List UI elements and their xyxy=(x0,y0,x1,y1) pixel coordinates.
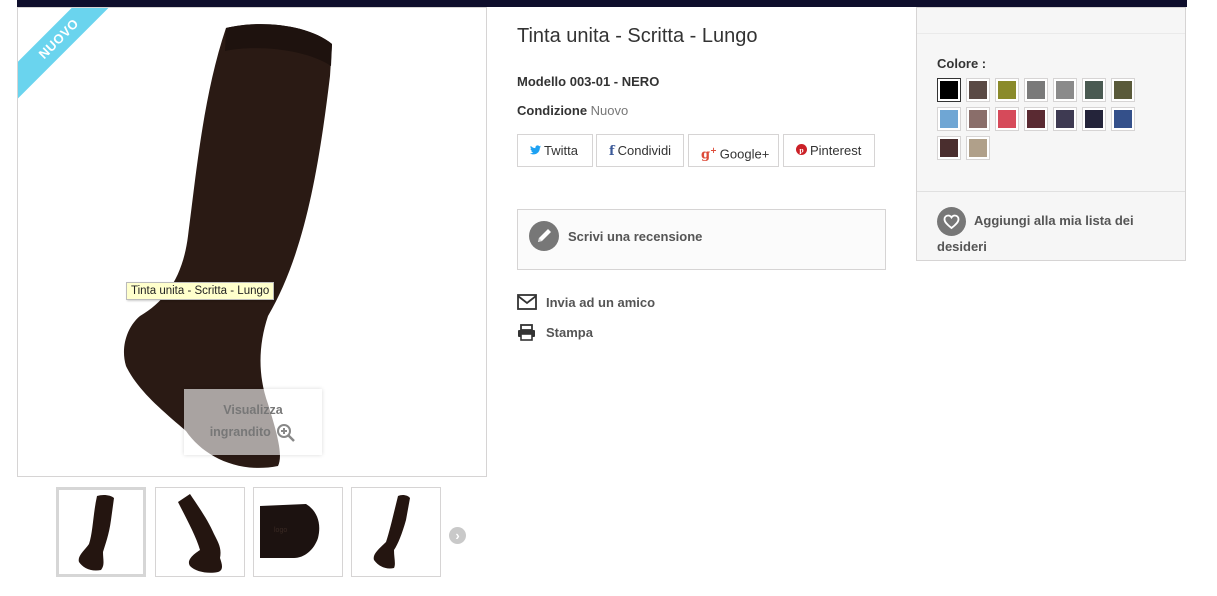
thumbnail-next-button[interactable]: › xyxy=(449,527,466,544)
zoom-label-line1: Visualizza xyxy=(223,403,283,417)
color-swatch[interactable] xyxy=(937,107,961,131)
product-title: Tinta unita - Scritta - Lungo xyxy=(517,25,758,47)
svg-text:p: p xyxy=(799,145,803,154)
chevron-right-icon: › xyxy=(455,528,460,543)
facebook-icon: f xyxy=(609,144,615,159)
pinterest-share-button[interactable]: p Pinterest xyxy=(783,134,875,167)
thumbnail-1[interactable] xyxy=(56,487,146,577)
color-swatch-fill xyxy=(1085,110,1103,128)
color-swatch[interactable] xyxy=(995,107,1019,131)
print-link[interactable]: Stampa xyxy=(517,324,593,344)
thumbnail-2[interactable] xyxy=(155,487,245,577)
color-swatch[interactable] xyxy=(937,136,961,160)
color-swatch[interactable] xyxy=(966,78,990,102)
zoom-button[interactable]: Visualizza ingrandito xyxy=(184,389,322,455)
write-review-button[interactable]: Scrivi una recensione xyxy=(517,209,886,270)
color-swatch[interactable] xyxy=(1024,78,1048,102)
product-condition: Condizione Nuovo xyxy=(517,103,628,118)
header-bar xyxy=(17,0,1187,7)
twitter-icon xyxy=(530,135,541,166)
panel-divider xyxy=(917,191,1185,192)
google-plus-share-label: Google+ xyxy=(719,146,770,162)
color-swatch-fill xyxy=(940,139,958,157)
color-swatch-fill xyxy=(1027,81,1045,99)
color-swatch-fill xyxy=(1085,81,1103,99)
heart-icon xyxy=(937,207,966,236)
color-swatch-fill xyxy=(1027,110,1045,128)
pinterest-share-label: Pinterest xyxy=(810,143,862,158)
zoom-in-icon xyxy=(277,423,296,442)
send-to-friend-label: Invia ad un amico xyxy=(546,295,656,310)
condition-value: Nuovo xyxy=(590,103,629,118)
color-swatch-fill xyxy=(969,139,987,157)
color-swatch[interactable] xyxy=(1024,107,1048,131)
color-swatches xyxy=(937,78,1147,160)
color-swatch-fill xyxy=(940,110,958,128)
twitter-share-label: Twitta xyxy=(544,143,578,158)
add-to-wishlist-link[interactable]: Aggiungi alla mia lista dei desideri xyxy=(937,207,1167,258)
pinterest-icon: p xyxy=(796,135,807,166)
color-swatch[interactable] xyxy=(937,78,961,102)
color-swatch-fill xyxy=(1056,110,1074,128)
color-swatch[interactable] xyxy=(966,136,990,160)
color-swatch-fill xyxy=(940,81,958,99)
image-tooltip: Tinta unita - Scritta - Lungo xyxy=(126,282,275,300)
zoom-label-line2: ingrandito xyxy=(209,425,271,439)
color-swatch-fill xyxy=(969,81,987,99)
color-swatch[interactable] xyxy=(1053,78,1077,102)
new-badge: NUOVO xyxy=(18,8,122,102)
google-plus-icon: g+ xyxy=(701,145,717,163)
facebook-share-button[interactable]: f Condividi xyxy=(596,134,684,167)
color-swatch[interactable] xyxy=(966,107,990,131)
pencil-icon xyxy=(529,221,559,251)
product-image-box[interactable]: NUOVO Tinta unita - Scritta - Lungo Visu… xyxy=(17,7,487,477)
color-swatch-fill xyxy=(1114,110,1132,128)
svg-text:logo: logo xyxy=(274,527,287,534)
google-plus-share-button[interactable]: g+ Google+ xyxy=(688,134,779,167)
color-swatch[interactable] xyxy=(1082,107,1106,131)
thumbnail-3[interactable]: logo xyxy=(253,487,343,577)
printer-icon xyxy=(518,324,535,341)
facebook-share-label: Condividi xyxy=(617,143,672,158)
color-swatch[interactable] xyxy=(1053,107,1077,131)
color-label: Colore : xyxy=(937,56,987,71)
condition-label: Condizione xyxy=(517,103,588,118)
panel-header xyxy=(917,8,1185,34)
write-review-label: Scrivi una recensione xyxy=(568,229,703,244)
color-swatch[interactable] xyxy=(995,78,1019,102)
color-swatch-fill xyxy=(969,110,987,128)
envelope-icon xyxy=(517,294,537,310)
twitter-share-button[interactable]: Twitta xyxy=(517,134,593,167)
product-options-panel: Colore : Aggiungi alla mia lista dei des… xyxy=(916,7,1186,261)
color-swatch[interactable] xyxy=(1111,78,1135,102)
color-swatch-fill xyxy=(1114,81,1132,99)
color-swatch[interactable] xyxy=(1111,107,1135,131)
send-to-friend-link[interactable]: Invia ad un amico xyxy=(517,294,655,313)
wishlist-label: Aggiungi alla mia lista dei desideri xyxy=(937,212,1134,254)
color-swatch-fill xyxy=(998,110,1016,128)
color-swatch[interactable] xyxy=(1082,78,1106,102)
thumbnail-4[interactable] xyxy=(351,487,441,577)
product-model: Modello 003-01 - NERO xyxy=(517,74,660,89)
color-swatch-fill xyxy=(1056,81,1074,99)
print-label: Stampa xyxy=(546,325,593,340)
color-swatch-fill xyxy=(998,81,1016,99)
